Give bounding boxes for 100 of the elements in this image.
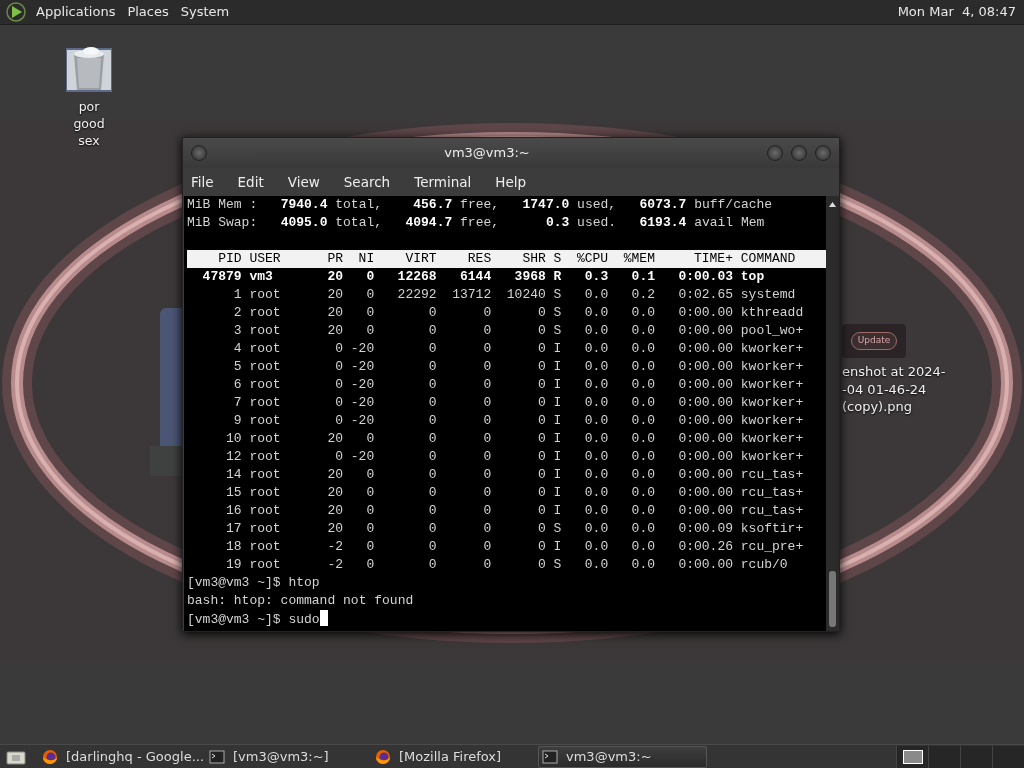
table-cell-text: 0 — [365, 466, 375, 484]
table-cell-text: root — [248, 340, 282, 358]
table-cell-text: 0 — [365, 430, 375, 448]
table-cell-text: 0.0 — [630, 484, 655, 502]
table-cell-text: 0 — [537, 448, 546, 466]
table-cell-text: 0 — [482, 520, 492, 538]
close-button[interactable] — [815, 145, 831, 161]
table-cell-text: I — [552, 484, 562, 502]
table-cell-text: -20 — [349, 448, 375, 466]
table-cell-text: 0 — [482, 322, 492, 340]
table-cell-text: 0 — [537, 520, 546, 538]
table-cell-text: 0.0 — [583, 448, 609, 466]
table-cell-text: 0 — [537, 502, 546, 520]
file-label[interactable]: (copy).png — [842, 398, 946, 416]
table-cell-text: 0 — [334, 412, 343, 430]
image-thumbnail[interactable]: Update — [842, 324, 906, 358]
scrollbar[interactable] — [826, 196, 839, 631]
table-cell-text: 4 — [232, 340, 242, 358]
table-cell-text: 0 — [365, 502, 375, 520]
table-cell-text: 0 — [482, 340, 492, 358]
table-cell-text: 0.0 — [583, 322, 609, 340]
table-cell-text: root — [248, 448, 282, 466]
table-cell-text: 0 — [482, 430, 492, 448]
table-cell-text: 0 — [334, 448, 343, 466]
table-cell-text: 0.0 — [583, 430, 609, 448]
table-cell-text: 0.0 — [630, 556, 655, 574]
browser-icon — [375, 748, 391, 765]
scrollbar-thumb[interactable] — [829, 571, 836, 627]
column-header: COMMAND — [739, 250, 797, 268]
menu-item[interactable]: Help — [495, 171, 527, 193]
table-cell-text: 0 — [537, 322, 546, 340]
terminal-icon — [542, 748, 558, 765]
table-cell-text: S — [552, 286, 562, 304]
show-desktop-icon[interactable] — [6, 748, 26, 765]
table-cell-text: 3968 — [513, 268, 546, 286]
table-cell-text: 0.0 — [583, 376, 609, 394]
table-cell-text: 0 — [482, 358, 492, 376]
terminal-line: [vm3@vm3 ~]$ htop — [187, 574, 321, 592]
table-cell-text: 0:00.00 — [677, 556, 733, 574]
menu-item[interactable]: File — [191, 171, 214, 193]
panel-menu[interactable]: Places — [121, 2, 175, 22]
table-cell-text: 0.0 — [630, 304, 655, 322]
logo-icon[interactable] — [5, 1, 27, 23]
table-cell-text: 0.0 — [630, 376, 655, 394]
text-cursor — [319, 610, 328, 626]
menu-item[interactable]: Edit — [237, 171, 264, 193]
table-cell-text: 0:00.00 — [677, 466, 733, 484]
maximize-button[interactable] — [791, 145, 807, 161]
table-cell-text: 0.0 — [583, 520, 609, 538]
table-cell-text: 0 — [427, 466, 437, 484]
table-cell-text: 14 — [225, 466, 242, 484]
table-cell-text: 0.0 — [630, 502, 655, 520]
table-cell-text: rcu_tas+ — [739, 484, 804, 502]
table-cell-text: 0 — [365, 322, 375, 340]
minimize-button[interactable] — [767, 145, 783, 161]
table-cell-text: 0 — [482, 448, 492, 466]
table-cell-text: 0.0 — [583, 340, 609, 358]
table-cell-text: kworker+ — [739, 430, 804, 448]
menu-item[interactable]: Search — [343, 171, 391, 193]
table-cell-text: systemd — [739, 286, 796, 304]
table-cell-text: root — [248, 286, 282, 304]
table-cell-text: kworker+ — [739, 394, 804, 412]
table-cell-text: 2 — [232, 304, 242, 322]
table-cell-text: 20 — [326, 430, 343, 448]
table-cell-text: 0:02.65 — [677, 286, 733, 304]
column-header: SHR — [521, 250, 546, 268]
table-cell-text: 0 — [365, 484, 375, 502]
table-cell-text: 0 — [482, 304, 492, 322]
table-cell-text: 0 — [537, 340, 546, 358]
table-cell-text: 20 — [326, 286, 343, 304]
panel-menu[interactable]: System — [174, 2, 236, 22]
browser-icon — [42, 748, 58, 765]
trash-icon[interactable] — [65, 46, 113, 94]
menu-item[interactable]: View — [287, 171, 320, 193]
table-cell-text: -20 — [349, 340, 375, 358]
table-cell-text: 0 — [334, 394, 343, 412]
table-cell-text: 0.0 — [630, 430, 655, 448]
column-header: USER — [248, 250, 282, 268]
table-cell-text: 0 — [537, 538, 546, 556]
table-cell-text: kworker+ — [739, 358, 804, 376]
table-cell-text: kworker+ — [739, 448, 804, 466]
column-header: NI — [357, 250, 375, 268]
column-header: PID — [217, 250, 242, 268]
file-label[interactable]: enshot at 2024- — [842, 363, 946, 381]
terminal-icon — [209, 748, 225, 765]
table-cell-text: 12 — [225, 448, 242, 466]
file-label[interactable]: -04 01-46-24 — [842, 380, 946, 398]
table-cell-text: 0 — [427, 394, 437, 412]
window-menu-button[interactable] — [191, 145, 207, 161]
table-cell-text: 0 — [427, 538, 437, 556]
menu-item[interactable]: Terminal — [414, 171, 472, 193]
table-cell-text: vm3 — [248, 268, 274, 286]
table-cell-text: root — [248, 484, 282, 502]
panel-menu[interactable]: Applications — [30, 2, 122, 22]
table-cell-text: pool_wo+ — [739, 322, 804, 340]
file-label[interactable]: por good sex — [69, 98, 109, 149]
taskbar-button[interactable]: vm3@vm3:~ — [538, 745, 707, 768]
table-cell-text: 0 — [482, 556, 492, 574]
workspace-button[interactable] — [896, 745, 928, 768]
scroll-up-icon[interactable] — [828, 200, 837, 208]
